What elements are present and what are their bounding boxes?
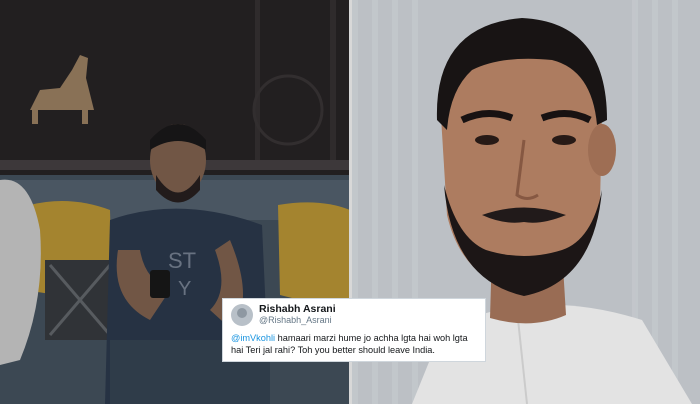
tweet-card: Rishabh Asrani @Rishabh_Asrani @imVkohli… (222, 298, 486, 362)
author-display-name: Rishabh Asrani (259, 303, 336, 315)
tweet-text: @imVkohli hamaari marzi hume jo achha lg… (231, 332, 477, 356)
tweet-author: Rishabh Asrani @Rishabh_Asrani (259, 304, 336, 326)
image-frame: ST Y (0, 0, 700, 404)
tweet-mention-link[interactable]: @imVkohli (231, 333, 275, 343)
avatar (231, 304, 253, 326)
author-handle: @Rishabh_Asrani (259, 315, 332, 325)
tweet-header: Rishabh Asrani @Rishabh_Asrani (231, 304, 477, 326)
